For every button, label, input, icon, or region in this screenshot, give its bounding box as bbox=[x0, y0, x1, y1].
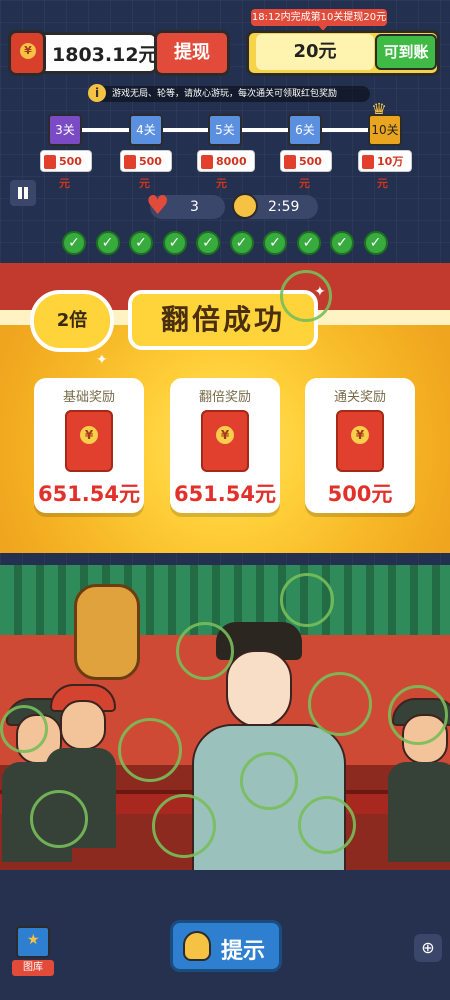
progress-check-icon: ✓ bbox=[162, 231, 187, 255]
level-reward: 8000元 bbox=[197, 150, 255, 190]
heart-icon: ♥ bbox=[146, 191, 170, 221]
hint-label: 提示 bbox=[221, 939, 266, 964]
lantern bbox=[74, 584, 140, 680]
red-envelope-icon bbox=[336, 410, 384, 472]
withdraw-button[interactable]: 提现 bbox=[154, 30, 230, 76]
reward-card-base: 基础奖励 651.54元 bbox=[34, 378, 144, 513]
pause-button[interactable] bbox=[10, 180, 36, 206]
found-circle[interactable] bbox=[152, 794, 216, 858]
red-envelope-icon bbox=[201, 410, 249, 472]
album-label: 图库 bbox=[12, 960, 54, 976]
wallet-icon bbox=[8, 30, 46, 76]
sparkle-icon: ✦ bbox=[96, 352, 108, 368]
level-reward: 500元 bbox=[40, 150, 92, 190]
found-circle[interactable] bbox=[0, 705, 48, 753]
info-icon: i bbox=[88, 84, 106, 102]
found-circle[interactable] bbox=[240, 752, 298, 810]
reward-card-double: 翻倍奖励 651.54元 bbox=[170, 378, 280, 513]
found-circle[interactable] bbox=[118, 718, 182, 782]
card-amount: 651.54元 bbox=[37, 482, 141, 506]
progress-check-icon: ✓ bbox=[263, 231, 287, 255]
album-button[interactable]: 图库 bbox=[12, 926, 54, 978]
level-flag: 6关 bbox=[288, 114, 322, 146]
lives-count: 3 bbox=[190, 199, 199, 215]
lightbulb-icon bbox=[183, 931, 211, 961]
found-circle[interactable] bbox=[308, 672, 372, 736]
album-icon bbox=[16, 926, 50, 958]
found-circle[interactable] bbox=[298, 796, 356, 854]
reward-card-clear: 通关奖励 500元 bbox=[305, 378, 415, 513]
hint-button[interactable]: 提示 bbox=[170, 920, 282, 972]
timer-value: 2:59 bbox=[268, 199, 300, 215]
progress-check-icon: ✓ bbox=[363, 231, 388, 255]
target-amount: 20元 bbox=[256, 34, 374, 70]
progress-check-icon: ✓ bbox=[196, 231, 220, 255]
multiplier-badge: 2倍 bbox=[30, 290, 114, 352]
card-title: 翻倍奖励 bbox=[198, 390, 251, 405]
level-flag: 4关 bbox=[129, 114, 163, 146]
found-circle[interactable] bbox=[280, 270, 332, 322]
found-circle[interactable] bbox=[30, 790, 88, 848]
progress-check-icon: ✓ bbox=[229, 231, 254, 255]
card-amount: 651.54元 bbox=[173, 482, 277, 506]
found-circle[interactable] bbox=[176, 622, 234, 680]
progress-check-icon: ✓ bbox=[129, 231, 153, 255]
balance-amount: 1803.12元 bbox=[52, 44, 158, 66]
countdown-tip: 18:12内完成第10关提现20元 bbox=[251, 9, 387, 26]
card-title: 基础奖励 bbox=[62, 390, 115, 405]
zoom-in-icon[interactable]: ⊕ bbox=[414, 934, 442, 962]
arrive-button[interactable]: 可到账 bbox=[375, 34, 437, 70]
stopwatch-icon bbox=[232, 193, 258, 219]
level-flag: 5关 bbox=[208, 114, 242, 146]
level-reward: 500元 bbox=[280, 150, 332, 190]
level-flag-final: 10关 bbox=[368, 114, 402, 146]
level-reward: 500元 bbox=[120, 150, 172, 190]
found-circle[interactable] bbox=[388, 685, 448, 745]
progress-check-icon: ✓ bbox=[330, 231, 354, 255]
found-circle[interactable] bbox=[280, 573, 334, 627]
level-flag: 3关 bbox=[48, 114, 82, 146]
card-title: 通关奖励 bbox=[333, 390, 386, 405]
info-text: 游戏无局、轮等，请放心游玩，每次通关可领取红包奖励 bbox=[112, 89, 338, 99]
progress-check-icon: ✓ bbox=[296, 231, 321, 255]
progress-check-icon: ✓ bbox=[95, 231, 120, 255]
red-envelope-icon bbox=[65, 410, 113, 472]
level-reward: 10万元 bbox=[358, 150, 412, 190]
info-bar: 游戏无局、轮等，请放心游玩，每次通关可领取红包奖励 bbox=[90, 86, 370, 102]
card-amount: 500元 bbox=[327, 482, 393, 506]
progress-check-icon: ✓ bbox=[62, 231, 86, 255]
